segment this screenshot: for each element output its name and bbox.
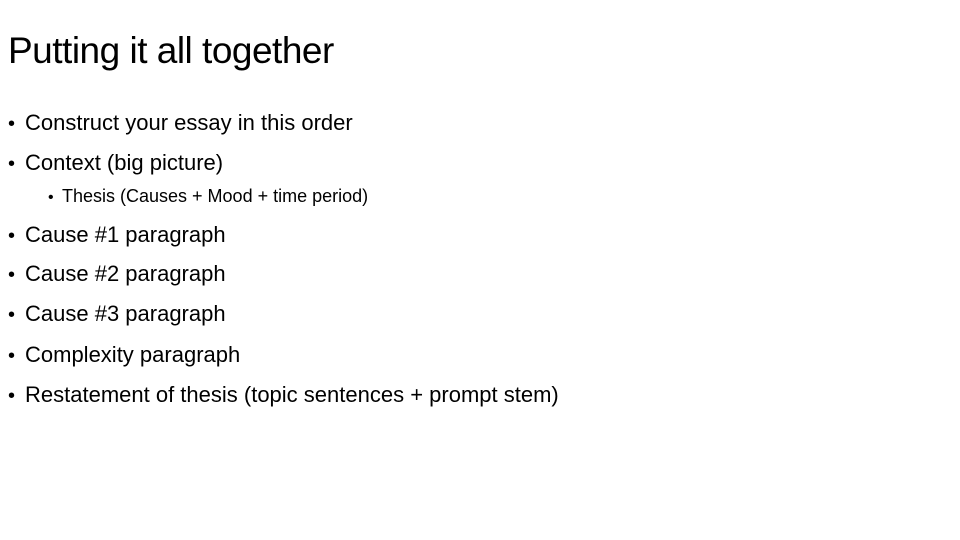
- bullet-item: • Construct your essay in this order: [8, 108, 353, 139]
- bullet-item: • Cause #1 paragraph: [8, 220, 226, 251]
- bullet-text: Restatement of thesis (topic sentences +…: [25, 382, 559, 407]
- bullet-marker: •: [8, 113, 16, 135]
- bullet-text: Construct your essay in this order: [25, 110, 353, 135]
- bullet-text: Cause #3 paragraph: [25, 301, 226, 326]
- bullet-item: • Cause #2 paragraph: [8, 259, 226, 290]
- bullet-text: Cause #1 paragraph: [25, 222, 226, 247]
- bullet-text: Complexity paragraph: [25, 342, 241, 367]
- bullet-marker: •: [8, 304, 16, 326]
- bullet-marker: •: [8, 225, 16, 247]
- bullet-marker: •: [8, 345, 16, 367]
- bullet-marker: •: [8, 153, 16, 175]
- bullet-item: • Complexity paragraph: [8, 340, 240, 371]
- bullet-item: • Restatement of thesis (topic sentences…: [8, 380, 559, 411]
- bullet-text: Context (big picture): [25, 150, 224, 175]
- bullet-marker: •: [48, 189, 54, 206]
- bullet-text: Cause #2 paragraph: [25, 261, 226, 286]
- bullet-item: • Cause #3 paragraph: [8, 299, 226, 330]
- bullet-marker: •: [8, 385, 16, 407]
- bullet-marker: •: [8, 264, 16, 286]
- bullet-item: • Context (big picture): [8, 148, 223, 179]
- sub-bullet-item: • Thesis (Causes + Mood + time period): [48, 184, 368, 210]
- slide: Putting it all together • Construct your…: [0, 0, 960, 540]
- slide-title: Putting it all together: [8, 30, 334, 71]
- bullet-text: Thesis (Causes + Mood + time period): [62, 186, 369, 206]
